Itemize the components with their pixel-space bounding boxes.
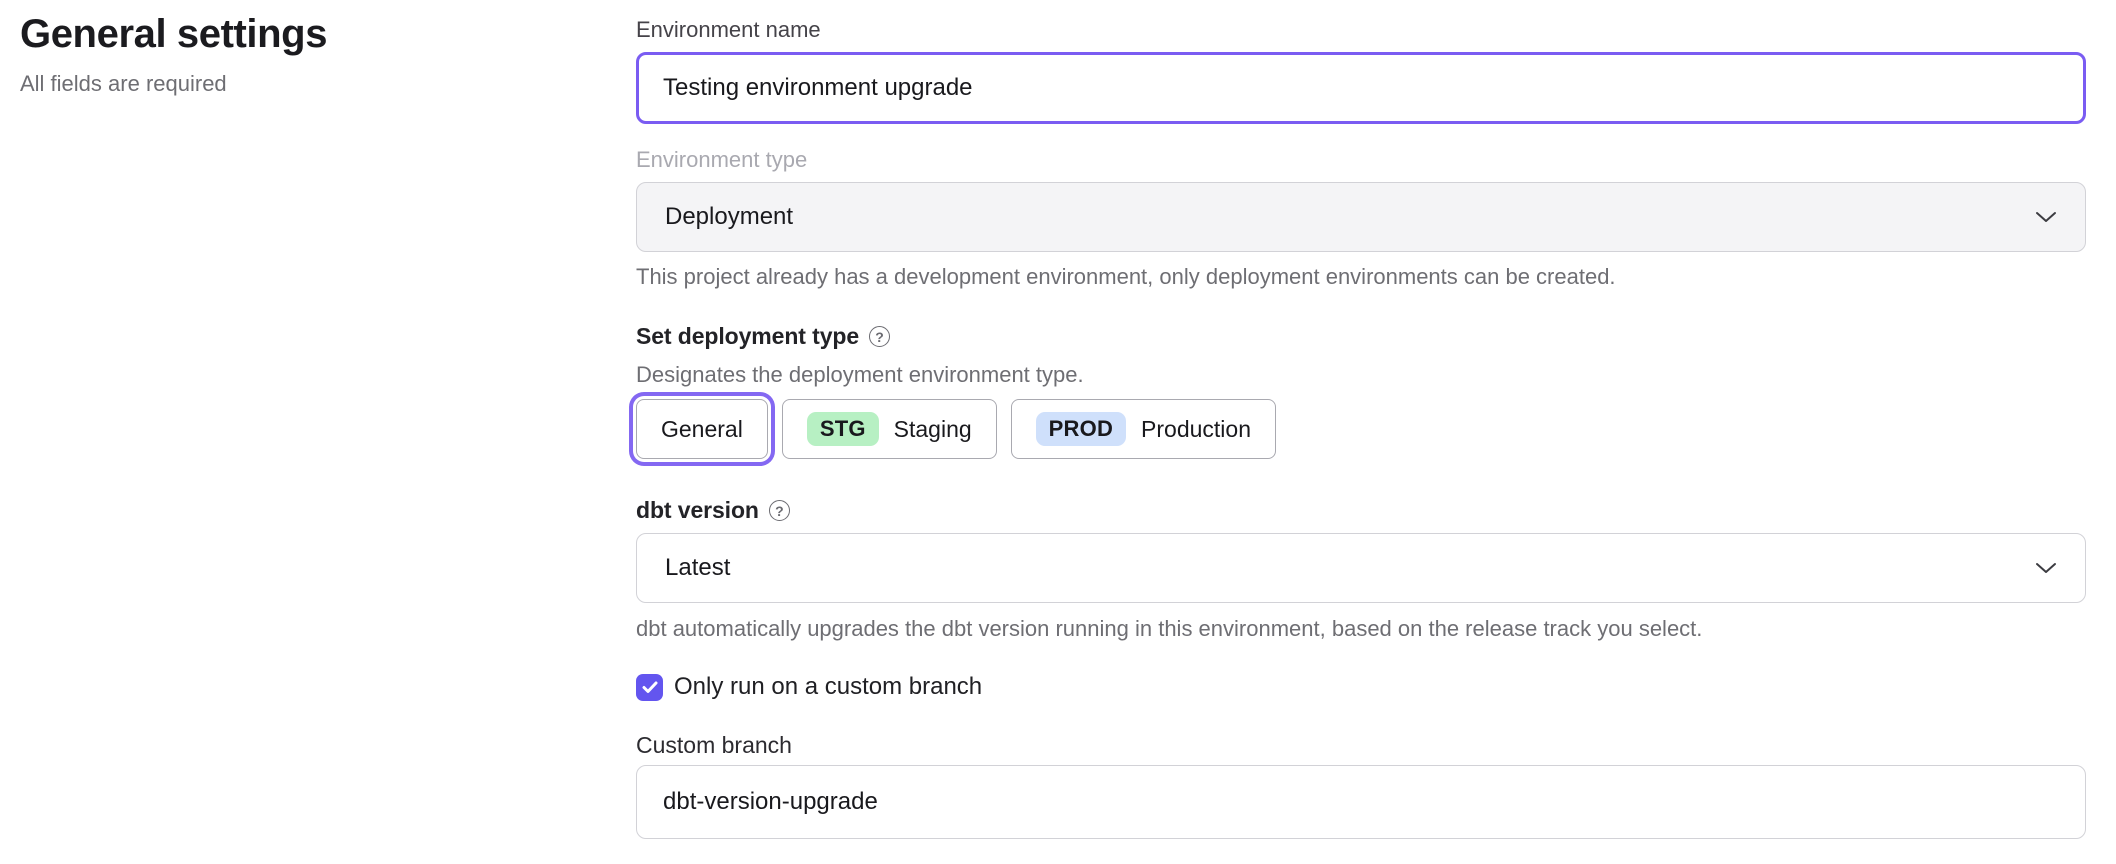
dbt-version-heading: dbt version — [636, 495, 759, 525]
general-settings-page: General settings All fields are required… — [0, 0, 2116, 864]
page-title: General settings — [20, 10, 600, 58]
environment-type-label: Environment type — [636, 146, 2086, 174]
chevron-down-icon — [2035, 211, 2057, 223]
deployment-type-heading: Set deployment type — [636, 321, 859, 351]
production-badge: PROD — [1036, 412, 1126, 446]
chevron-down-icon — [2035, 562, 2057, 574]
deployment-type-heading-row: Set deployment type — [636, 321, 2086, 351]
deployment-type-production-button[interactable]: PROD Production — [1011, 399, 1276, 459]
dbt-version-help-icon[interactable] — [769, 500, 790, 521]
custom-branch-checkbox-row: Only run on a custom branch — [636, 673, 2086, 701]
custom-branch-input[interactable] — [636, 765, 2086, 839]
staging-badge: STG — [807, 412, 879, 446]
deployment-type-general-button[interactable]: General — [636, 399, 768, 459]
custom-branch-label: Custom branch — [636, 731, 2086, 759]
environment-name-input[interactable] — [636, 52, 2086, 124]
dbt-version-value: Latest — [665, 554, 730, 582]
custom-branch-checkbox-label[interactable]: Only run on a custom branch — [674, 673, 982, 701]
dbt-version-helper: dbt automatically upgrades the dbt versi… — [636, 615, 2086, 643]
environment-name-label: Environment name — [636, 16, 2086, 44]
staging-button-label: Staging — [894, 416, 972, 443]
environment-type-helper: This project already has a development e… — [636, 263, 2086, 291]
deployment-type-help-icon[interactable] — [869, 326, 890, 347]
deployment-type-staging-button[interactable]: STG Staging — [782, 399, 997, 459]
dbt-version-select[interactable]: Latest — [636, 533, 2086, 603]
environment-settings-form: Environment name Environment type Deploy… — [636, 0, 2086, 839]
custom-branch-checkbox[interactable] — [636, 674, 663, 701]
check-icon — [642, 681, 658, 694]
deployment-type-options: General STG Staging PROD Production — [636, 399, 2086, 459]
page-subtitle: All fields are required — [20, 70, 600, 98]
general-button-label: General — [661, 416, 743, 443]
production-button-label: Production — [1141, 416, 1251, 443]
deployment-type-description: Designates the deployment environment ty… — [636, 361, 2086, 389]
page-header: General settings All fields are required — [20, 10, 600, 98]
environment-type-select[interactable]: Deployment — [636, 182, 2086, 252]
environment-type-value: Deployment — [665, 203, 793, 231]
dbt-version-heading-row: dbt version — [636, 495, 2086, 525]
